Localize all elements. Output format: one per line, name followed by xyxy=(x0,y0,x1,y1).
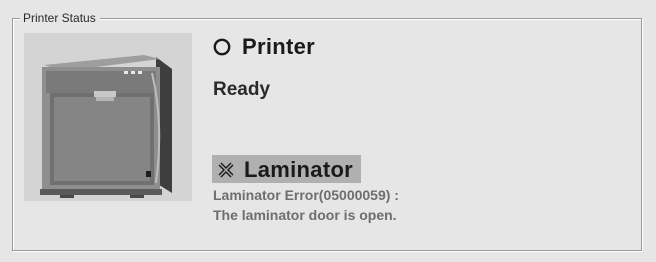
printer-label: Printer xyxy=(242,34,316,59)
circle-ok-icon xyxy=(212,37,232,57)
group-title: Printer Status xyxy=(20,10,100,26)
error-line-1: Laminator Error(05000059) : xyxy=(213,187,399,203)
error-line-2: The laminator door is open. xyxy=(213,207,397,223)
printer-image xyxy=(24,33,192,201)
laminator-label: Laminator xyxy=(244,157,354,182)
printer-status-text: Ready xyxy=(213,79,271,100)
printer-status-row: Printer xyxy=(212,34,315,60)
x-error-icon xyxy=(216,160,236,180)
laminator-status-row: Laminator xyxy=(212,155,362,183)
laminator-error-message: Laminator Error(05000059) : The laminato… xyxy=(213,185,399,225)
